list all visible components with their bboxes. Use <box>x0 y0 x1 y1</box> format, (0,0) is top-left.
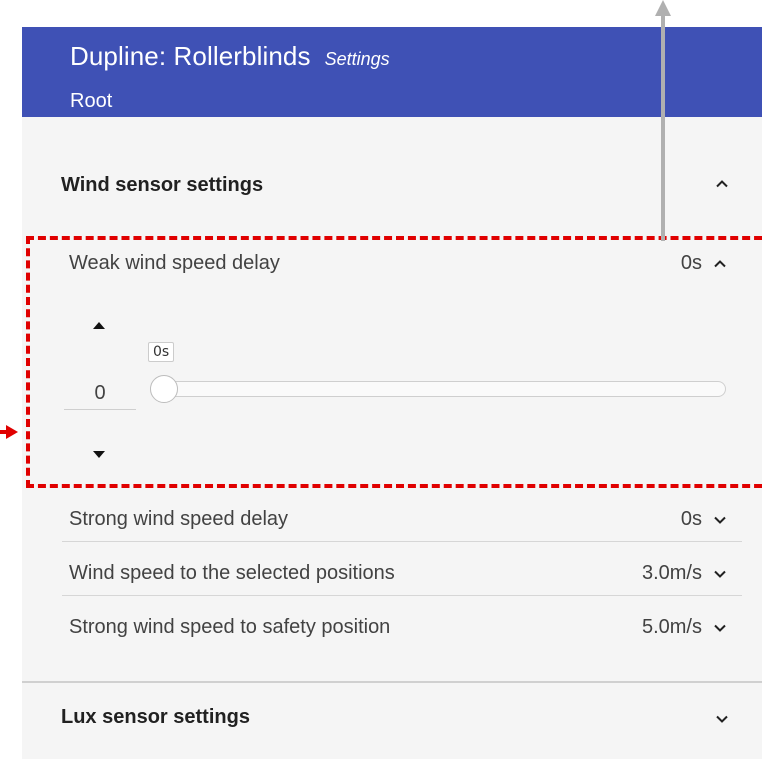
lux-sensor-section-title: Lux sensor settings <box>61 706 250 728</box>
chevron-up-icon[interactable] <box>708 252 732 276</box>
slider-thumb[interactable] <box>150 375 178 403</box>
arrow-up-icon[interactable] <box>89 317 109 333</box>
setting-value: 0s <box>680 252 702 274</box>
header-title-row: Dupline: Rollerblinds Settings <box>70 41 390 72</box>
chevron-down-icon[interactable] <box>708 562 732 586</box>
setting-row-strong-wind-speed-safety-position[interactable]: Strong wind speed to safety position 5.0… <box>62 606 742 650</box>
setting-row-wind-speed-selected-positions[interactable]: Wind speed to the selected positions 3.0… <box>62 552 742 596</box>
chevron-down-icon[interactable] <box>708 616 732 640</box>
wind-sensor-section-header[interactable]: Wind sensor settings <box>22 154 762 214</box>
setting-label: Strong wind speed to safety position <box>69 616 391 638</box>
setting-label: Wind speed to the selected positions <box>69 562 395 584</box>
row-divider <box>62 541 742 542</box>
breadcrumb[interactable]: Root <box>70 90 112 113</box>
setting-value: 5.0m/s <box>641 616 702 638</box>
slider-tooltip: 0s <box>148 342 175 362</box>
chevron-up-icon[interactable] <box>710 172 734 196</box>
number-input[interactable]: 0 <box>64 382 136 405</box>
arrow-down-icon[interactable] <box>89 447 109 463</box>
chevron-down-icon[interactable] <box>710 707 734 731</box>
setting-row-strong-wind-speed-delay[interactable]: Strong wind speed delay 0s <box>62 498 742 542</box>
number-input-underline <box>64 409 136 410</box>
app-subtitle: Settings <box>324 49 390 69</box>
setting-label: Weak wind speed delay <box>69 252 280 274</box>
settings-panel: Wind sensor settings Weak wind speed del… <box>22 117 762 759</box>
setting-value: 3.0m/s <box>641 562 702 584</box>
setting-row-weak-wind-speed-delay[interactable]: Weak wind speed delay 0s <box>62 242 742 286</box>
lux-sensor-section-header[interactable]: Lux sensor settings <box>22 685 762 745</box>
row-divider <box>62 595 742 596</box>
setting-label: Strong wind speed delay <box>69 508 289 530</box>
slider-track[interactable] <box>152 381 726 397</box>
app-title: Dupline: Rollerblinds <box>70 41 311 71</box>
annotation-pointer-arrow <box>0 425 18 439</box>
wind-sensor-section-title: Wind sensor settings <box>61 174 264 196</box>
chevron-down-icon[interactable] <box>708 508 732 532</box>
setting-value: 0s <box>680 508 702 530</box>
app-header: Dupline: Rollerblinds Settings Root <box>22 27 762 117</box>
section-divider <box>22 681 762 683</box>
